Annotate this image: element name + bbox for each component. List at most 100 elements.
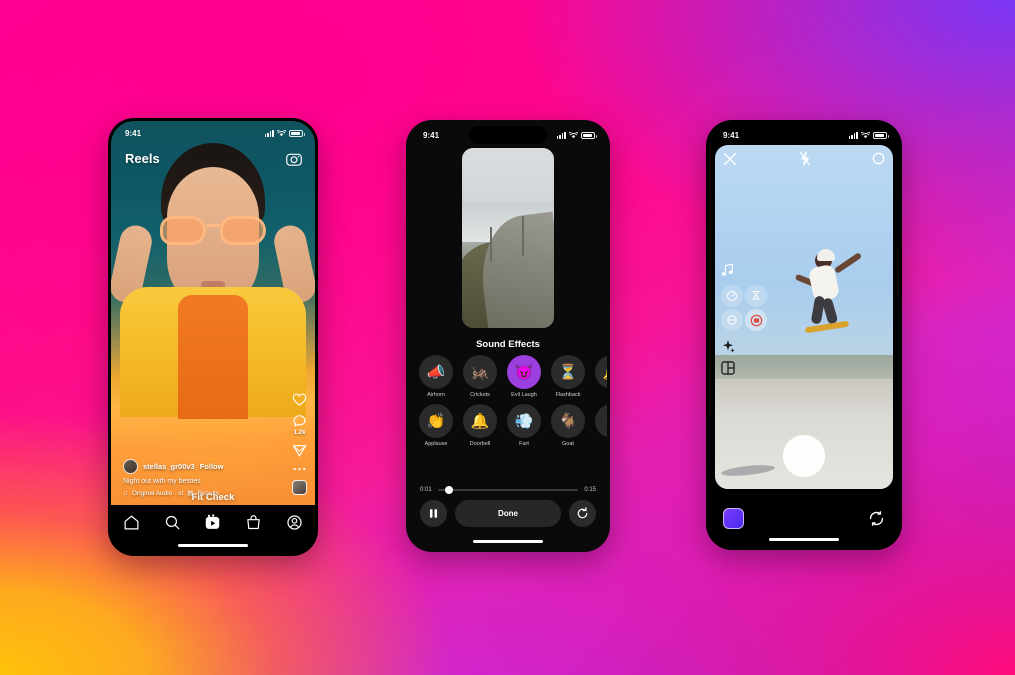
speed-icon[interactable]	[721, 285, 743, 307]
phone-reels-feed: 9:41 Reels Fit Check FIT 1 FIT 2	[108, 118, 318, 556]
sfx-row: 👏 Applause 🔔 Doorbell 💨 Fart 🐐 Goat 💧	[419, 404, 607, 447]
orange-shirt	[178, 295, 248, 419]
phone-sound-effects: 9:41 Sound Effects 📣 Airhorn 🦗 Crickets …	[406, 120, 610, 552]
avatar[interactable]	[123, 459, 138, 474]
evil-laugh-icon: 😈	[507, 355, 541, 389]
preview-pole	[522, 216, 524, 257]
sfx-item[interactable]: 🔔 Doorbell	[463, 404, 497, 447]
skater-helmet	[817, 249, 836, 262]
timer-icon[interactable]	[745, 285, 767, 307]
results-label[interactable]: Results	[197, 490, 219, 497]
home-icon[interactable]	[123, 514, 140, 531]
phone1-screen: 9:41 Reels Fit Check FIT 1 FIT 2	[111, 121, 315, 553]
sfx-item[interactable]: 😈 Evil Laugh	[507, 355, 541, 398]
skater-subject	[793, 248, 867, 344]
phone2-screen: 9:41 Sound Effects 📣 Airhorn 🦗 Crickets …	[409, 123, 607, 549]
undo-button[interactable]	[569, 500, 596, 527]
layout-icon[interactable]	[721, 361, 735, 375]
record-icon[interactable]	[745, 309, 767, 331]
settings-icon[interactable]	[872, 152, 885, 165]
status-time: 9:41	[125, 128, 142, 138]
scrub-handle[interactable]	[444, 486, 453, 494]
plop-icon: 💧	[595, 404, 607, 438]
sfx-item[interactable]: 👏 Applause	[419, 404, 453, 447]
home-indicator	[178, 543, 248, 547]
align-icon[interactable]	[721, 309, 743, 331]
close-icon[interactable]	[723, 152, 737, 166]
skater-arm-raised	[834, 252, 863, 275]
profile-icon[interactable]	[286, 514, 303, 531]
audio-row[interactable]: ♫ Original Audio · st ▤ Results	[123, 489, 283, 498]
preview-pole	[490, 227, 492, 262]
scrub-track[interactable]	[437, 486, 579, 494]
shutter-button[interactable]	[783, 435, 825, 477]
phone3-screen: 9:41	[709, 123, 899, 547]
sfx-item[interactable]: 🦗 Crickets	[463, 355, 497, 398]
total-time: 0:15	[584, 487, 596, 493]
phone2-notch	[469, 126, 547, 144]
follow-button[interactable]: Follow	[200, 462, 224, 471]
battery-icon	[873, 131, 889, 139]
reel-video[interactable]	[111, 121, 315, 505]
video-preview[interactable]	[462, 148, 554, 328]
results-icon: ▤	[187, 490, 194, 497]
done-button[interactable]: Done	[455, 500, 561, 527]
sfx-item[interactable]: 🐐 Goat	[551, 404, 585, 447]
sfx-item[interactable]: ⏳ Flashback	[551, 355, 585, 398]
sfx-label: Airhorn	[427, 392, 445, 398]
camera-icon[interactable]	[286, 151, 302, 167]
status-indicators	[556, 131, 597, 139]
share-button[interactable]	[292, 443, 307, 458]
status-time: 9:41	[423, 130, 440, 140]
cellular-signal-icon	[264, 129, 274, 137]
flip-camera-icon[interactable]	[868, 510, 885, 527]
author-row: stellas_gr00v3 Follow	[123, 459, 283, 474]
crickets-icon: 🦗	[463, 355, 497, 389]
undo-icon	[577, 507, 588, 519]
applause-icon: 👏	[419, 404, 453, 438]
sound-effects-grid: 📣 Airhorn 🦗 Crickets 😈 Evil Laugh ⏳ Flas…	[419, 355, 607, 447]
sfx-item[interactable]: 📣 Airhorn	[419, 355, 453, 398]
comment-button[interactable]: 1.2k	[292, 414, 307, 436]
status-indicators	[848, 131, 889, 139]
pause-button[interactable]	[420, 500, 447, 527]
home-indicator	[473, 539, 543, 543]
music-note-icon[interactable]	[721, 263, 734, 277]
profile-thumbnail[interactable]	[292, 480, 307, 495]
sfx-label: Applause	[424, 441, 448, 447]
skater-leg-right	[821, 297, 839, 326]
cellular-signal-icon	[556, 131, 566, 139]
post-meta: stellas_gr00v3 Follow Night out with my …	[123, 459, 283, 497]
sfx-label: Fart	[519, 441, 529, 447]
more-button[interactable]	[292, 465, 307, 473]
status-indicators	[264, 129, 305, 137]
page-title: Reels	[125, 151, 160, 166]
goat-icon: 🐐	[551, 404, 585, 438]
sfx-item[interactable]: 💨 Fart	[507, 404, 541, 447]
bell-icon: 🔔	[595, 355, 607, 389]
editor-controls: Done	[420, 500, 596, 527]
lens-left	[160, 215, 206, 245]
sfx-item[interactable]: 💧 Plo	[595, 404, 607, 447]
shop-icon[interactable]	[245, 514, 262, 531]
pause-icon	[429, 509, 438, 518]
home-indicator	[769, 537, 839, 541]
username[interactable]: stellas_gr00v3	[143, 462, 195, 471]
timeline-scrubber[interactable]: 0:01 0:15	[420, 486, 596, 494]
sfx-label: Crickets	[470, 392, 490, 398]
sfx-label: Doorbell	[469, 441, 491, 447]
camera-top-bar	[723, 151, 885, 166]
effects-icon[interactable]	[721, 339, 735, 353]
share-icon	[292, 445, 307, 457]
search-icon[interactable]	[164, 514, 181, 531]
phone3-notch	[765, 126, 843, 144]
sfx-item[interactable]: 🔔 Nu	[595, 355, 607, 398]
tool-grid	[721, 285, 767, 331]
airhorn-icon: 📣	[419, 355, 453, 389]
reels-icon[interactable]	[204, 514, 221, 531]
like-button[interactable]	[292, 392, 307, 407]
heart-icon	[292, 393, 307, 406]
gallery-thumbnail[interactable]	[723, 507, 744, 529]
status-time: 9:41	[723, 130, 740, 140]
flash-off-icon[interactable]	[799, 151, 811, 166]
